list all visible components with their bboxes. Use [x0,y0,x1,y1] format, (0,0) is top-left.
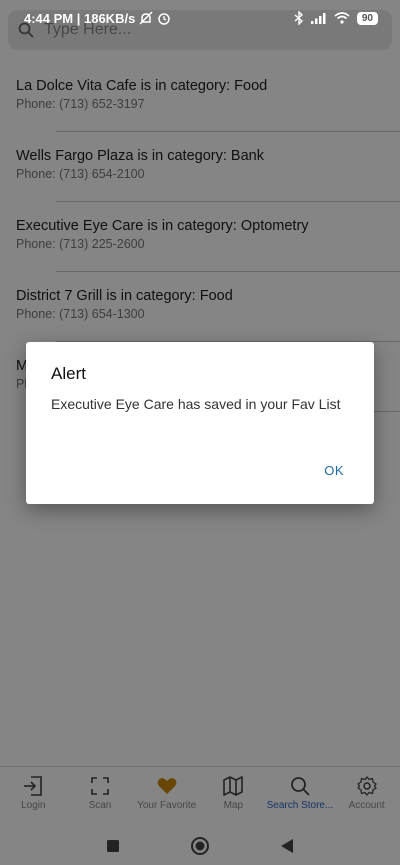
status-left: 4:44 PM | 186KB/s [24,11,171,26]
battery-indicator: 90 [356,11,378,25]
ok-button[interactable]: OK [318,459,350,482]
wifi-icon [334,12,350,24]
alert-dialog: Alert Executive Eye Care has saved in yo… [26,342,374,504]
mute-icon [139,11,153,25]
dialog-title: Alert [51,364,86,383]
alarm-icon [158,13,171,25]
signal-icon [310,13,326,24]
dialog-message: Executive Eye Care has saved in your Fav… [51,396,341,412]
status-bar: 4:44 PM | 186KB/s 90 [0,0,400,36]
status-right: 90 [294,11,378,25]
status-time: 4:44 PM | 186KB/s [24,10,136,26]
bluetooth-icon [294,11,303,25]
